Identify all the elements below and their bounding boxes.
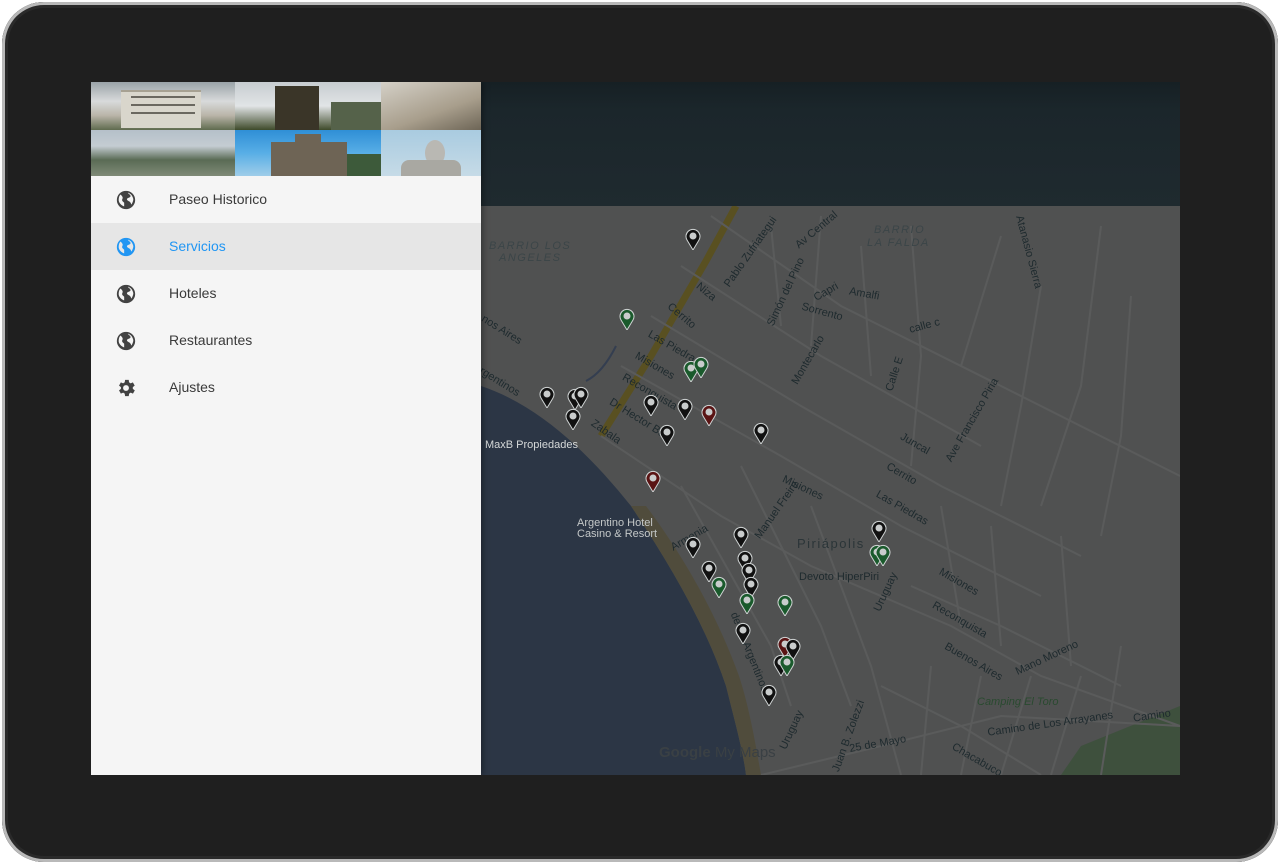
map-label: Piriápolis (797, 536, 865, 551)
map-marker-icon[interactable] (711, 576, 727, 598)
drawer-item-label: Paseo Historico (169, 191, 268, 207)
map-label: ANGELES (499, 252, 562, 264)
photo-castle-building (91, 82, 235, 130)
map-marker-icon[interactable] (735, 622, 751, 644)
drawer-item-ajustes[interactable]: Ajustes (91, 364, 481, 411)
globe-icon (116, 331, 136, 351)
app-bar (481, 82, 1180, 206)
photo-balcony (381, 82, 481, 130)
map-marker-icon[interactable] (871, 520, 887, 542)
map-label: BARRIO (874, 224, 926, 236)
photo-castle (235, 130, 381, 176)
drawer-item-label: Restaurantes (169, 332, 253, 348)
map-marker-icon[interactable] (733, 526, 749, 548)
photo-city-view (91, 130, 235, 176)
globe-icon (116, 190, 136, 210)
photo-statue (381, 130, 481, 176)
drawer-item-label: Hoteles (169, 285, 217, 301)
google-my-maps-attribution: Google My Maps (659, 744, 776, 761)
drawer-menu: Paseo Historico Servicios Hoteles Restau… (91, 176, 481, 411)
map-marker-icon[interactable] (875, 544, 891, 566)
drawer-item-label: Ajustes (169, 379, 215, 395)
map-marker-icon[interactable] (779, 654, 795, 676)
drawer-item-restaurantes[interactable]: Restaurantes (91, 317, 481, 364)
globe-icon (116, 284, 136, 304)
map-label: MaxB Propiedades (485, 439, 578, 451)
map-label: LA FALDA (867, 237, 930, 249)
mymaps-text: My Maps (710, 744, 776, 761)
map-marker-icon[interactable] (659, 424, 675, 446)
map-marker-icon[interactable] (643, 394, 659, 416)
map-marker-icon[interactable] (685, 536, 701, 558)
globe-icon (116, 237, 136, 257)
app-screen: BARRIO LOS ANGELES BARRIO LA FALDA MaxB … (91, 82, 1180, 775)
map-marker-icon[interactable] (573, 386, 589, 408)
map-marker-icon[interactable] (693, 356, 709, 378)
map-marker-icon[interactable] (761, 684, 777, 706)
map-marker-icon[interactable] (677, 398, 693, 420)
map-marker-icon[interactable] (619, 308, 635, 330)
gear-icon (119, 379, 135, 397)
map-marker-icon[interactable] (685, 228, 701, 250)
map-label: Casino & Resort (577, 528, 658, 540)
drawer-item-hoteles[interactable]: Hoteles (91, 270, 481, 317)
map-label: Camping El Toro (977, 696, 1059, 708)
drawer-item-label: Servicios (169, 238, 226, 254)
drawer-header-collage (91, 82, 481, 176)
map-label: BARRIO LOS (489, 240, 572, 252)
drawer-item-paseo-historico[interactable]: Paseo Historico (91, 176, 481, 223)
map-marker-icon[interactable] (753, 422, 769, 444)
map-marker-icon[interactable] (539, 386, 555, 408)
navigation-drawer: Paseo Historico Servicios Hoteles Restau… (91, 82, 481, 775)
map-marker-icon[interactable] (739, 592, 755, 614)
map-label: Devoto HiperPiri (799, 571, 880, 583)
drawer-item-servicios[interactable]: Servicios (91, 223, 481, 270)
map-marker-icon[interactable] (645, 470, 661, 492)
map-marker-icon[interactable] (565, 408, 581, 430)
tablet-frame: BARRIO LOS ANGELES BARRIO LA FALDA MaxB … (2, 2, 1278, 862)
map-marker-icon[interactable] (701, 404, 717, 426)
photo-church-tower (235, 82, 381, 130)
map-view[interactable]: BARRIO LOS ANGELES BARRIO LA FALDA MaxB … (481, 206, 1180, 775)
google-logo: Google (659, 744, 711, 761)
map-marker-icon[interactable] (777, 594, 793, 616)
